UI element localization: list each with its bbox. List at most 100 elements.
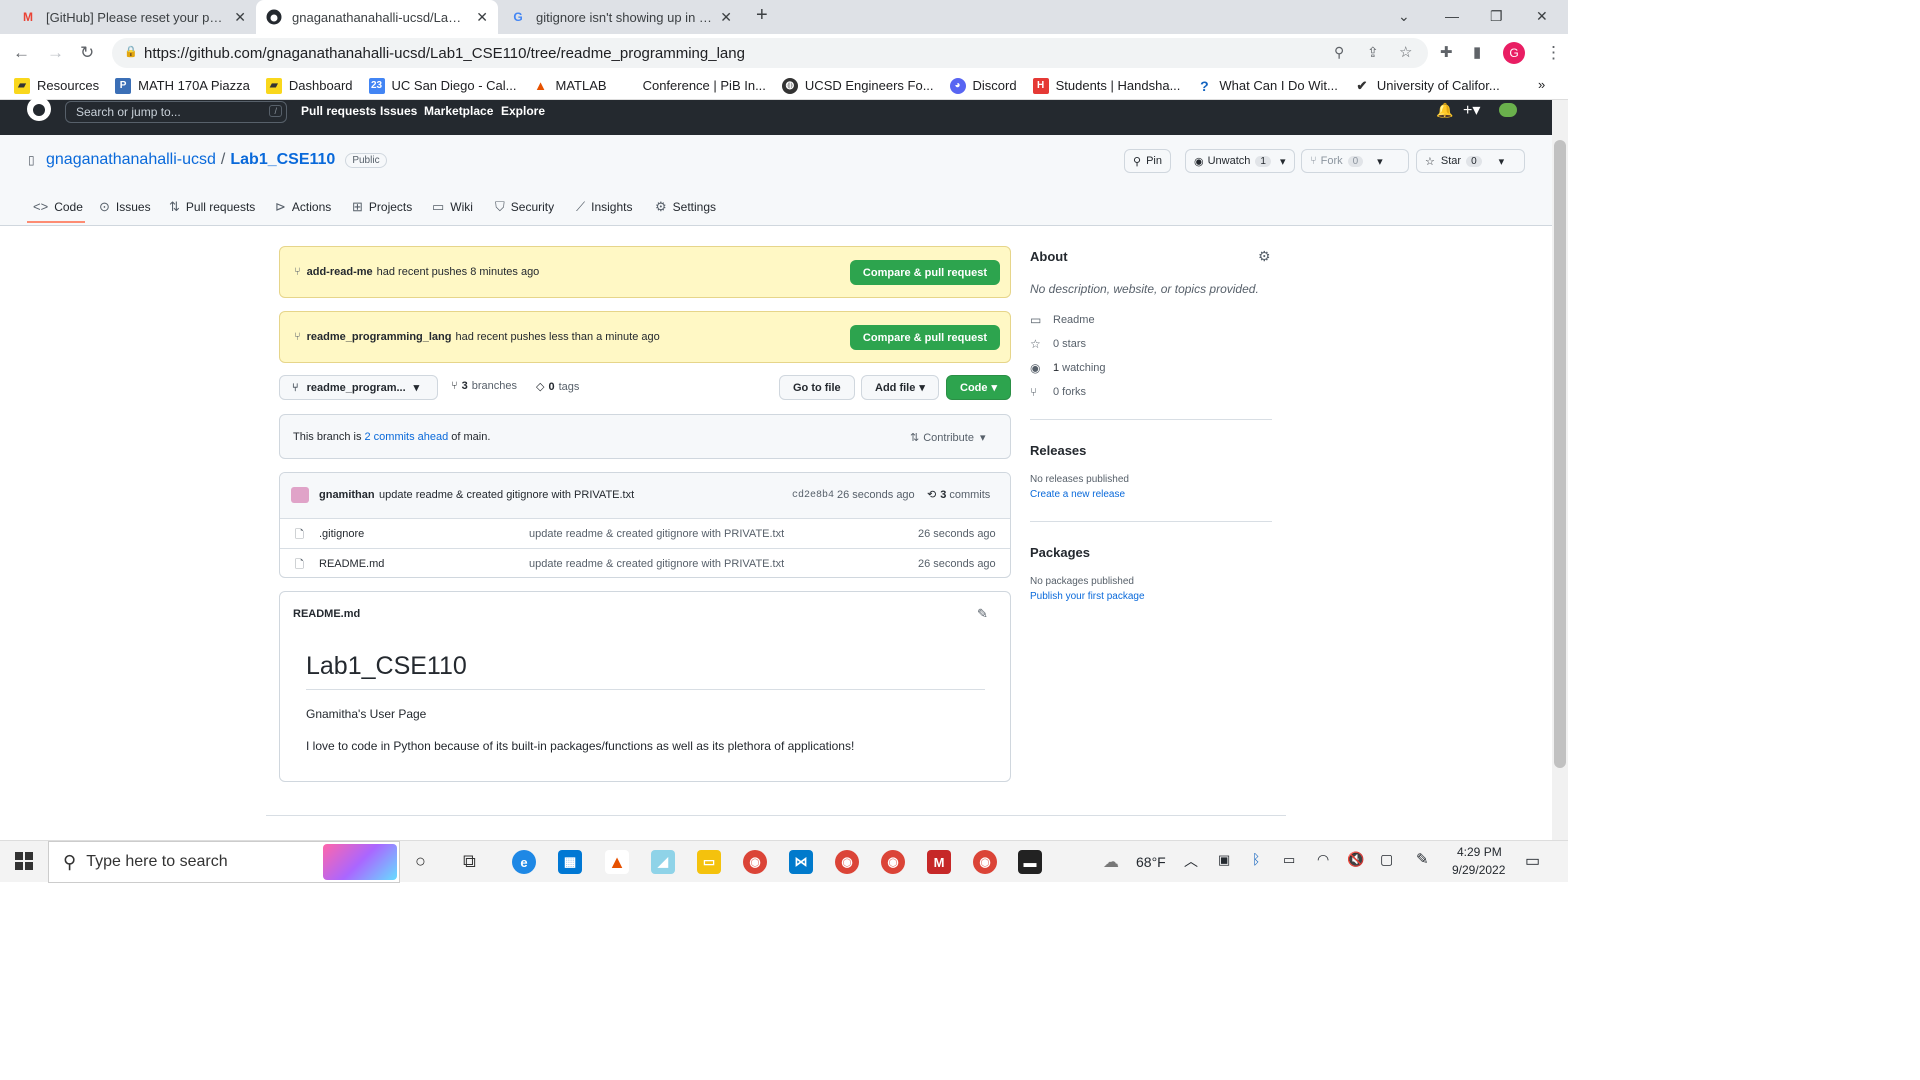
- tab-actions[interactable]: ⊳ Actions: [275, 199, 331, 215]
- tab-issues[interactable]: ⊙ Issues: [99, 199, 151, 215]
- scrollbar-thumb[interactable]: [1554, 140, 1566, 768]
- tab-pull-requests[interactable]: ⇅ Pull requests: [169, 199, 255, 215]
- new-tab-icon[interactable]: +: [756, 4, 768, 27]
- matlab-icon[interactable]: ▲: [605, 850, 629, 874]
- code-button[interactable]: Code ▾: [946, 375, 1012, 400]
- volume-muted-icon[interactable]: 🔇: [1347, 851, 1364, 868]
- nav-marketplace[interactable]: Marketplace: [424, 104, 493, 118]
- pen-icon[interactable]: ✎: [1416, 850, 1429, 868]
- compare-pull-request-button[interactable]: Compare & pull request: [849, 260, 1000, 285]
- forks-link[interactable]: ⑂ 0 forks: [1030, 385, 1086, 399]
- share-icon[interactable]: ⇪: [1367, 44, 1379, 61]
- store-icon[interactable]: ▦: [558, 850, 582, 874]
- commit-sha[interactable]: cd2e8b4: [792, 490, 834, 501]
- tab-wiki[interactable]: ▭ Wiki: [432, 199, 473, 215]
- create-new-icon[interactable]: +▾: [1463, 100, 1480, 120]
- packages-title[interactable]: Packages: [1030, 545, 1090, 560]
- profile-avatar[interactable]: G: [1503, 42, 1525, 64]
- bookmark-star-icon[interactable]: ☆: [1399, 43, 1412, 61]
- contribute-dropdown[interactable]: ⇅ Contribute ▾: [910, 431, 986, 445]
- watching-link[interactable]: ◉ 1 watching: [1030, 361, 1106, 375]
- bookmark-item[interactable]: P MATH 170A Piazza: [115, 77, 250, 94]
- bookmark-item[interactable]: ▲ MATLAB: [532, 77, 607, 94]
- repo-name-link[interactable]: Lab1_CSE110: [230, 151, 335, 169]
- bell-icon[interactable]: 🔔: [1436, 102, 1453, 119]
- fork-button[interactable]: ⑂ Fork 0 ▾: [1301, 149, 1409, 173]
- cortana-icon[interactable]: ○: [415, 851, 426, 872]
- file-explorer-icon[interactable]: ▭: [697, 850, 721, 874]
- bookmark-item[interactable]: Conference | PiB In...: [643, 78, 766, 93]
- close-icon[interactable]: ✕: [476, 9, 488, 26]
- search-input[interactable]: Search or jump to... /: [65, 101, 287, 123]
- create-release-link[interactable]: Create a new release: [1030, 489, 1125, 500]
- commits-history-link[interactable]: ⟲ 3 commits: [927, 488, 990, 502]
- commit-author[interactable]: gnamithan: [319, 489, 375, 501]
- nav-pull-requests[interactable]: Pull requests: [301, 104, 376, 118]
- stars-link[interactable]: ☆ 0 stars: [1030, 337, 1086, 351]
- publish-package-link[interactable]: Publish your first package: [1030, 591, 1145, 602]
- commit-message[interactable]: update readme & created gitignore with P…: [379, 489, 634, 501]
- taskbar-search[interactable]: ⚲ Type here to search: [48, 841, 400, 883]
- browser-tab-google[interactable]: G gitignore isn't showing up in gith ✕: [500, 0, 742, 34]
- readme-link[interactable]: ▭ Readme: [1030, 313, 1095, 327]
- forward-icon[interactable]: →: [47, 43, 64, 63]
- compare-pull-request-button[interactable]: Compare & pull request: [849, 325, 1000, 350]
- bookmark-item[interactable]: 23 UC San Diego - Cal...: [368, 77, 517, 94]
- browser-tab-github[interactable]: gnaganathanahalli-ucsd/Lab1_CS ✕: [256, 0, 498, 34]
- reload-icon[interactable]: ↻: [80, 43, 94, 63]
- clock-date[interactable]: 9/29/2022: [1452, 863, 1505, 877]
- user-avatar[interactable]: [1499, 103, 1517, 117]
- releases-title[interactable]: Releases: [1030, 443, 1086, 458]
- commits-ahead-link[interactable]: 2 commits ahead: [364, 431, 448, 443]
- pin-button[interactable]: ⚲ Pin: [1124, 149, 1171, 173]
- maximize-icon[interactable]: ❐: [1490, 8, 1503, 25]
- tab-search-icon[interactable]: ⌄: [1398, 8, 1410, 25]
- tab-insights[interactable]: ⟋ Insights: [576, 199, 632, 215]
- nav-issues[interactable]: Issues: [380, 104, 417, 118]
- file-commit-message[interactable]: update readme & created gitignore with P…: [529, 558, 784, 570]
- tags-link[interactable]: ◇ 0 tags: [536, 380, 579, 394]
- repo-owner-link[interactable]: gnaganathanahalli-ucsd: [46, 151, 216, 169]
- file-commit-message[interactable]: update readme & created gitignore with P…: [529, 528, 784, 540]
- more-bookmarks-icon[interactable]: »: [1538, 77, 1545, 92]
- battery-icon[interactable]: ▭: [1283, 852, 1295, 868]
- zoom-icon[interactable]: ⚲: [1334, 44, 1344, 61]
- extensions-icon[interactable]: ✚: [1440, 43, 1453, 61]
- tab-code[interactable]: <> Code: [33, 199, 83, 214]
- display-icon[interactable]: ▢: [1380, 851, 1393, 868]
- chrome-active-icon[interactable]: ◉: [973, 850, 997, 874]
- bookmark-item[interactable]: ▰ Resources: [14, 77, 99, 94]
- close-window-icon[interactable]: ✕: [1536, 8, 1548, 25]
- edge-icon[interactable]: e: [512, 850, 536, 874]
- file-name[interactable]: README.md: [319, 558, 384, 570]
- close-icon[interactable]: ✕: [234, 9, 246, 26]
- minimize-icon[interactable]: —: [1445, 8, 1459, 24]
- meet-icon[interactable]: ▣: [1218, 852, 1230, 868]
- tab-settings[interactable]: ⚙ Settings: [655, 199, 716, 215]
- tab-projects[interactable]: ⊞ Projects: [352, 199, 412, 215]
- clock-time[interactable]: 4:29 PM: [1457, 845, 1502, 859]
- app-icon[interactable]: ◢: [651, 850, 675, 874]
- file-row[interactable]: 🗋 .gitignore update readme & created git…: [280, 518, 1010, 548]
- branches-link[interactable]: ⑂ 3 branches: [451, 380, 517, 392]
- go-to-file-button[interactable]: Go to file: [779, 375, 855, 400]
- bookmark-item[interactable]: ◍ UCSD Engineers Fo...: [781, 77, 934, 94]
- windows-start-icon[interactable]: [15, 852, 33, 875]
- add-file-button[interactable]: Add file ▾: [861, 375, 939, 400]
- chevron-up-icon[interactable]: ︿: [1184, 851, 1198, 871]
- star-button[interactable]: ☆ Star 0 ▾: [1416, 149, 1525, 173]
- github-logo-icon[interactable]: [26, 96, 52, 127]
- chrome-profile-icon[interactable]: ◉: [881, 850, 905, 874]
- side-panel-icon[interactable]: ▮: [1473, 43, 1481, 61]
- vscode-icon[interactable]: ⋈: [789, 850, 813, 874]
- nav-explore[interactable]: Explore: [501, 104, 545, 118]
- address-bar[interactable]: 🔒 https://github.com/gnaganathanahalli-u…: [112, 38, 1428, 68]
- chrome-icon[interactable]: ◉: [743, 850, 767, 874]
- terminal-icon[interactable]: ▬: [1018, 850, 1042, 874]
- menu-icon[interactable]: ⋮: [1545, 43, 1562, 63]
- task-view-icon[interactable]: ⧉: [463, 851, 476, 872]
- browser-tab-gmail[interactable]: M [GitHub] Please reset your passw ✕: [10, 0, 256, 34]
- gear-icon[interactable]: ⚙: [1258, 248, 1271, 265]
- bluetooth-icon[interactable]: ᛒ: [1252, 851, 1260, 867]
- back-icon[interactable]: ←: [13, 43, 30, 63]
